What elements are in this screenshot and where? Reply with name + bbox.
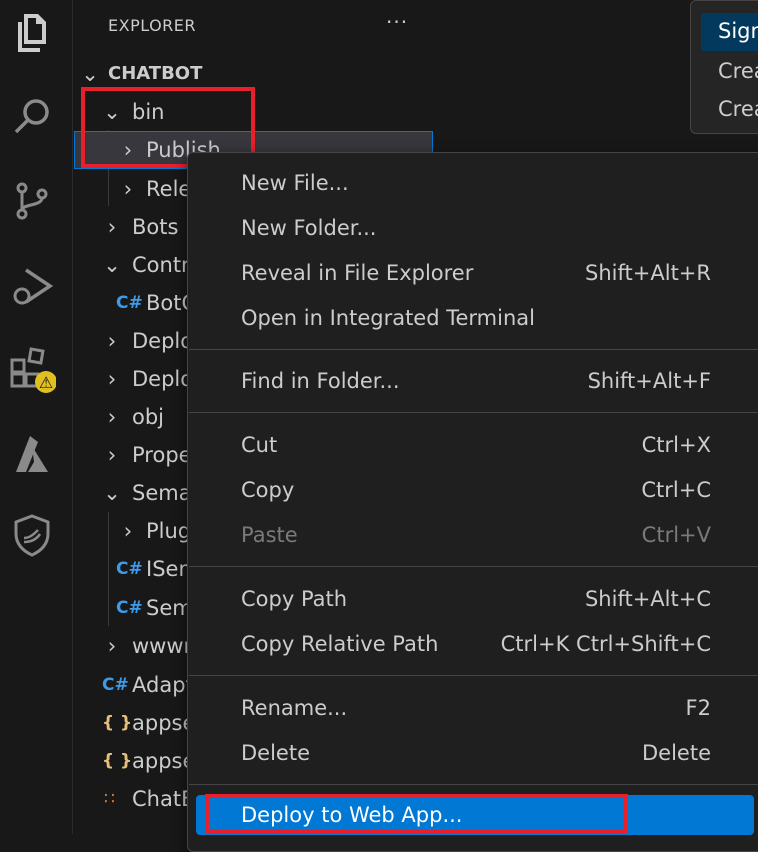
menu-item-find-in-folder[interactable]: Find in Folder... Shift+Alt+F	[188, 361, 758, 401]
menu-separator	[189, 784, 758, 785]
tree-item-label: appse	[132, 711, 196, 735]
menu-item-new-file[interactable]: New File...	[188, 163, 758, 203]
tree-item-label: ChatB	[132, 787, 196, 811]
tree-item-label: Plug	[146, 519, 192, 543]
tree-item-label: wwwr	[132, 634, 193, 658]
csharp-file-icon: C#	[116, 598, 143, 618]
menu-item-copy[interactable]: Copy Ctrl+C	[188, 470, 758, 510]
menu-item-cut[interactable]: Cut Ctrl+X	[188, 425, 758, 465]
tree-item-label: Adapt	[132, 673, 194, 697]
menu-item-shortcut: Shift+Alt+C	[584, 587, 711, 611]
tree-item-label: Rele	[146, 177, 192, 201]
menu-item-label: Find in Folder...	[241, 369, 400, 393]
context-menu: New File... New Folder... Reveal in File…	[187, 152, 758, 852]
popup-item-sign-in[interactable]: Sign	[718, 19, 758, 43]
chevron-right-icon: ›	[107, 329, 117, 353]
menu-item-copy-path[interactable]: Copy Path Shift+Alt+C	[188, 579, 758, 619]
explorer-icon[interactable]	[8, 8, 56, 56]
menu-item-copy-relative-path[interactable]: Copy Relative Path Ctrl+K Ctrl+Shift+C	[188, 624, 758, 664]
popup-item-create-2[interactable]: Crea	[718, 97, 758, 121]
menu-item-label: New Folder...	[241, 216, 377, 240]
annotation-highlight-deploy	[205, 794, 628, 834]
menu-item-label: Copy Relative Path	[241, 632, 439, 656]
chevron-right-icon: ›	[123, 177, 133, 201]
activity-bar: ⚠	[0, 0, 73, 834]
tree-item-label: obj	[132, 405, 165, 429]
menu-separator	[189, 566, 758, 567]
menu-item-label: Cut	[241, 433, 278, 457]
menu-item-label: New File...	[241, 171, 349, 195]
tree-item-label: Deplo	[132, 367, 194, 391]
extensions-icon[interactable]: ⚠	[8, 346, 57, 394]
svg-text:⚠: ⚠	[39, 373, 53, 392]
accounts-popup: Sign Crea Crea	[690, 0, 758, 134]
menu-item-reveal-explorer[interactable]: Reveal in File Explorer Shift+Alt+R	[188, 253, 758, 293]
menu-item-label: Copy	[241, 478, 295, 502]
menu-item-shortcut: Delete	[642, 741, 711, 765]
menu-item-shortcut: F2	[685, 696, 711, 720]
tree-item-label: Prope	[132, 443, 192, 467]
json-file-icon: { }	[102, 713, 133, 733]
chevron-right-icon: ›	[107, 367, 117, 391]
run-debug-icon[interactable]	[8, 262, 56, 310]
menu-item-label: Paste	[241, 523, 298, 547]
more-actions-icon[interactable]: ···	[386, 10, 408, 34]
chevron-right-icon: ›	[107, 443, 117, 467]
menu-item-label: Copy Path	[241, 587, 348, 611]
menu-item-shortcut: Shift+Alt+F	[587, 369, 711, 393]
menu-separator	[189, 675, 758, 676]
menu-item-label: Rename...	[241, 696, 348, 720]
csharp-file-icon: C#	[116, 293, 143, 313]
menu-item-label: Delete	[241, 741, 310, 765]
tree-item-label: Sem	[146, 596, 193, 620]
menu-item-shortcut: Shift+Alt+R	[585, 261, 711, 285]
menu-item-label: Reveal in File Explorer	[241, 261, 474, 285]
menu-item-new-folder[interactable]: New Folder...	[188, 208, 758, 248]
tree-item-label: Bots	[132, 215, 179, 239]
tree-item-label: appse	[132, 749, 196, 773]
csharp-file-icon: C#	[102, 675, 129, 695]
azure-icon[interactable]	[8, 430, 56, 478]
menu-item-paste: Paste Ctrl+V	[188, 515, 758, 555]
chevron-right-icon: ›	[123, 519, 133, 543]
chevron-right-icon: ›	[107, 405, 117, 429]
menu-item-open-terminal[interactable]: Open in Integrated Terminal	[188, 298, 758, 338]
sidebar-title: EXPLORER	[108, 16, 196, 35]
popup-item-create-1[interactable]: Crea	[718, 59, 758, 83]
search-icon[interactable]	[8, 92, 56, 140]
chevron-right-icon: ›	[107, 634, 117, 658]
menu-item-delete[interactable]: Delete Delete	[188, 733, 758, 773]
tree-item-label: Contr	[132, 253, 190, 277]
menu-item-shortcut: Ctrl+X	[641, 433, 711, 457]
menu-item-shortcut: Ctrl+K Ctrl+Shift+C	[500, 632, 711, 656]
shield-icon[interactable]	[8, 512, 56, 560]
json-file-icon: { }	[102, 751, 133, 771]
chevron-down-icon: ⌄	[103, 253, 121, 277]
menu-item-shortcut: Ctrl+V	[641, 523, 711, 547]
menu-separator	[189, 412, 758, 413]
chevron-right-icon: ›	[107, 215, 117, 239]
chevron-down-icon: ⌄	[103, 481, 121, 505]
csharp-file-icon: C#	[116, 559, 143, 579]
tree-item-label: Deplo	[132, 329, 194, 353]
tree-item-label: Sema	[132, 481, 192, 505]
menu-item-rename[interactable]: Rename... F2	[188, 688, 758, 728]
rss-file-icon: ∷	[104, 789, 115, 809]
menu-item-label: Open in Integrated Terminal	[241, 306, 535, 330]
source-control-icon[interactable]	[8, 176, 56, 224]
menu-item-shortcut: Ctrl+C	[641, 478, 711, 502]
menu-separator	[189, 349, 758, 350]
